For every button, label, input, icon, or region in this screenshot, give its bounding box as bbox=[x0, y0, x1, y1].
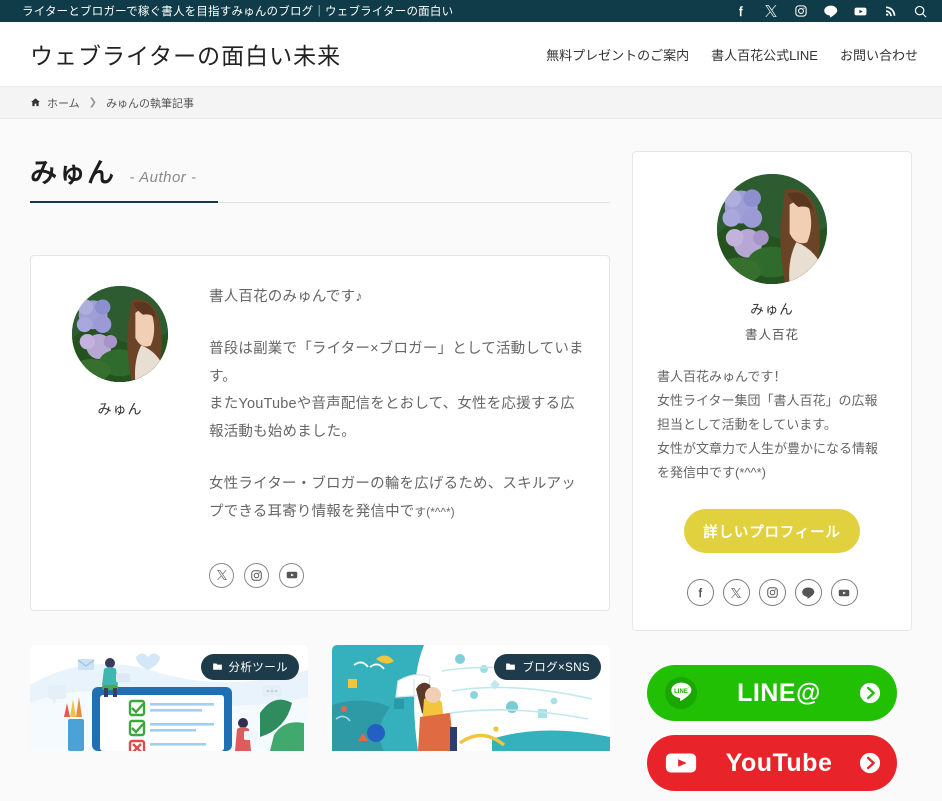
page-subtitle: - Author - bbox=[129, 169, 197, 186]
instagram-icon[interactable] bbox=[244, 562, 269, 588]
category-badge-2[interactable]: ブログ×SNS bbox=[494, 653, 601, 680]
category-label-2: ブログ×SNS bbox=[522, 661, 590, 674]
bio-paragraph-3: 女性ライター・ブロガーの輪を広げるため、スキルアップできる耳寄り情報を発信中です… bbox=[209, 471, 585, 527]
breadcrumb-separator: ❯ bbox=[88, 97, 98, 108]
author-avatar-block: みゅん bbox=[55, 282, 185, 588]
search-icon[interactable] bbox=[913, 4, 928, 19]
page-layout: みゅん - Author - みゅん 書人百花のみゅんです♪ 普段は副業で「ライ… bbox=[0, 119, 942, 792]
youtube-icon[interactable] bbox=[279, 562, 304, 588]
author-profile-card: みゅん 書人百花のみゅんです♪ 普段は副業で「ライター×ブロガー」として活動して… bbox=[30, 255, 610, 611]
article-card-1[interactable]: 分析ツール bbox=[30, 644, 308, 751]
avatar-name: みゅん bbox=[97, 401, 143, 417]
sidebar-social-row bbox=[686, 579, 858, 607]
bio-paragraph-2: 普段は副業で「ライター×ブロガー」として活動しています。 またYouTubeや音… bbox=[209, 336, 585, 447]
folder-icon bbox=[212, 661, 223, 672]
sidebar-profile-card: みゅん 書人百花 書人百花みゅんです！ 女性ライター集団「書人百花」の広報担当と… bbox=[632, 151, 912, 632]
bio-line-4: 女性ライター・ブロガーの輪を広げるため、スキルアップできる耳寄り情報を発信中で bbox=[209, 476, 576, 520]
line-icon[interactable] bbox=[823, 4, 838, 19]
breadcrumb-bar: ホーム ❯ みゅんの執筆記事 bbox=[0, 86, 942, 119]
sidebar-profile-role: 書人百花 bbox=[744, 328, 799, 342]
instagram-icon[interactable] bbox=[758, 579, 786, 607]
category-badge-1[interactable]: 分析ツール bbox=[200, 653, 299, 680]
sidebar: みゅん 書人百花 書人百花みゅんです！ 女性ライター集団「書人百花」の広報担当と… bbox=[632, 151, 912, 792]
bio-line-3: またYouTubeや音声配信をとおして、女性を応援する広報活動も始めました。 bbox=[209, 396, 575, 441]
author-bio-block: 書人百花のみゅんです♪ 普段は副業で「ライター×ブロガー」として活動しています。… bbox=[209, 282, 585, 588]
breadcrumb: ホーム ❯ みゅんの執筆記事 bbox=[30, 95, 194, 111]
detailed-profile-button[interactable]: 詳しいプロフィール bbox=[684, 509, 860, 554]
avatar bbox=[717, 174, 827, 284]
avatar bbox=[72, 286, 168, 382]
bio-paragraph-1: 書人百花のみゅんです♪ bbox=[209, 289, 363, 305]
x-twitter-icon[interactable] bbox=[763, 4, 778, 19]
home-icon[interactable] bbox=[30, 97, 41, 108]
youtube-icon bbox=[663, 745, 699, 781]
sidebar-profile-bio: 書人百花みゅんです！ 女性ライター集団「書人百花」の広報担当として活動をしていま… bbox=[657, 365, 887, 485]
youtube-banner-label: YouTube bbox=[725, 748, 833, 777]
page-heading-block: みゅん - Author - bbox=[30, 151, 610, 203]
facebook-icon[interactable] bbox=[733, 4, 748, 19]
bio-line-2: 普段は副業で「ライター×ブロガー」として活動しています。 bbox=[209, 340, 584, 385]
x-twitter-icon[interactable] bbox=[209, 562, 234, 588]
author-social-row bbox=[209, 549, 585, 588]
site-header: ウェブライターの面白い未来 無料プレゼントのご案内 書人百花公式LINE お問い… bbox=[0, 22, 942, 86]
nav-item-free-present[interactable]: 無料プレゼントのご案内 bbox=[546, 45, 689, 64]
sidebar-bio-line-1: 書人百花みゅんです！ bbox=[657, 369, 787, 384]
sidebar-bio-line-2: 女性ライター集団「書人百花」の広報担当として活動をしています。 bbox=[657, 393, 878, 433]
youtube-banner[interactable]: YouTube bbox=[647, 735, 897, 792]
sidebar-banner-list: LINE LINE@ YouTube bbox=[632, 665, 912, 792]
x-twitter-icon[interactable] bbox=[722, 579, 750, 607]
folder-icon bbox=[505, 661, 516, 672]
site-title[interactable]: ウェブライターの面白い未来 bbox=[30, 37, 341, 71]
breadcrumb-current: みゅんの執筆記事 bbox=[106, 97, 195, 110]
sidebar-profile-name: みゅん bbox=[750, 302, 794, 317]
rss-icon[interactable] bbox=[883, 4, 898, 19]
nav-item-contact[interactable]: お問い合わせ bbox=[840, 45, 918, 64]
chevron-right-icon bbox=[859, 752, 881, 774]
instagram-icon[interactable] bbox=[793, 4, 808, 19]
article-card-list: 分析ツール ブログ×SNS bbox=[30, 644, 610, 751]
breadcrumb-home[interactable]: ホーム bbox=[47, 95, 80, 111]
line-icon[interactable] bbox=[794, 579, 822, 607]
main-column: みゅん - Author - みゅん 書人百花のみゅんです♪ 普段は副業で「ライ… bbox=[30, 151, 610, 751]
youtube-icon[interactable] bbox=[853, 4, 868, 19]
line-banner-label: LINE@ bbox=[737, 678, 821, 707]
page-title: みゅん bbox=[30, 158, 116, 188]
line-icon: LINE bbox=[663, 675, 699, 711]
chevron-right-icon bbox=[859, 682, 881, 704]
category-label-1: 分析ツール bbox=[228, 661, 288, 674]
article-card-2[interactable]: ブログ×SNS bbox=[332, 644, 610, 751]
nav-item-official-line[interactable]: 書人百花公式LINE bbox=[711, 45, 818, 64]
svg-text:LINE: LINE bbox=[674, 689, 688, 695]
facebook-icon[interactable] bbox=[686, 579, 714, 607]
top-utility-bar: ライターとブロガーで稼ぐ書人を目指すみゅんのブログ｜ウェブライターの面白い bbox=[0, 0, 942, 22]
youtube-icon[interactable] bbox=[830, 579, 858, 607]
line-banner[interactable]: LINE LINE@ bbox=[647, 665, 897, 722]
bio-line-5: す(*^^*) bbox=[414, 506, 455, 519]
sidebar-bio-line-3: 女性が文章力で人生が豊かになる情報を発信中です(*^^*) bbox=[657, 441, 879, 481]
global-navigation: 無料プレゼントのご案内 書人百花公式LINE お問い合わせ bbox=[546, 45, 918, 64]
site-description: ライターとブロガーで稼ぐ書人を目指すみゅんのブログ｜ウェブライターの面白い bbox=[22, 6, 454, 18]
top-social-icons bbox=[733, 4, 928, 19]
